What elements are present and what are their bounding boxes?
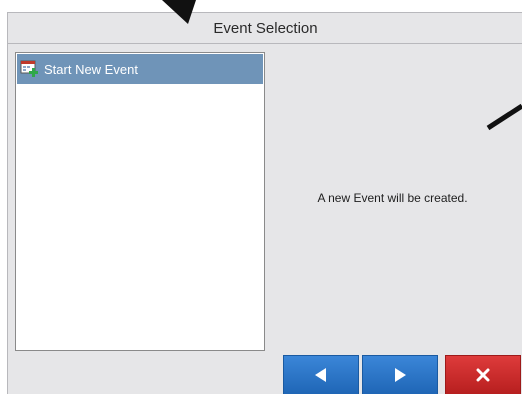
list-item-start-new-event[interactable]: Start New Event — [17, 54, 263, 84]
right-triangle-icon — [395, 368, 406, 382]
previous-button[interactable] — [283, 355, 359, 394]
event-selection-dialog: Event Selection Start New Event A new Ev… — [7, 12, 522, 394]
status-message: A new Event will be created. — [317, 191, 468, 205]
new-event-icon — [20, 60, 40, 78]
list-item-label: Start New Event — [44, 61, 138, 77]
close-x-icon — [476, 368, 490, 382]
cancel-button[interactable] — [445, 355, 521, 394]
next-button[interactable] — [362, 355, 438, 394]
dialog-title: Event Selection — [8, 13, 522, 44]
event-list[interactable]: Start New Event — [15, 52, 265, 351]
screen: Event Selection Start New Event A new Ev… — [0, 0, 522, 394]
left-triangle-icon — [315, 368, 326, 382]
